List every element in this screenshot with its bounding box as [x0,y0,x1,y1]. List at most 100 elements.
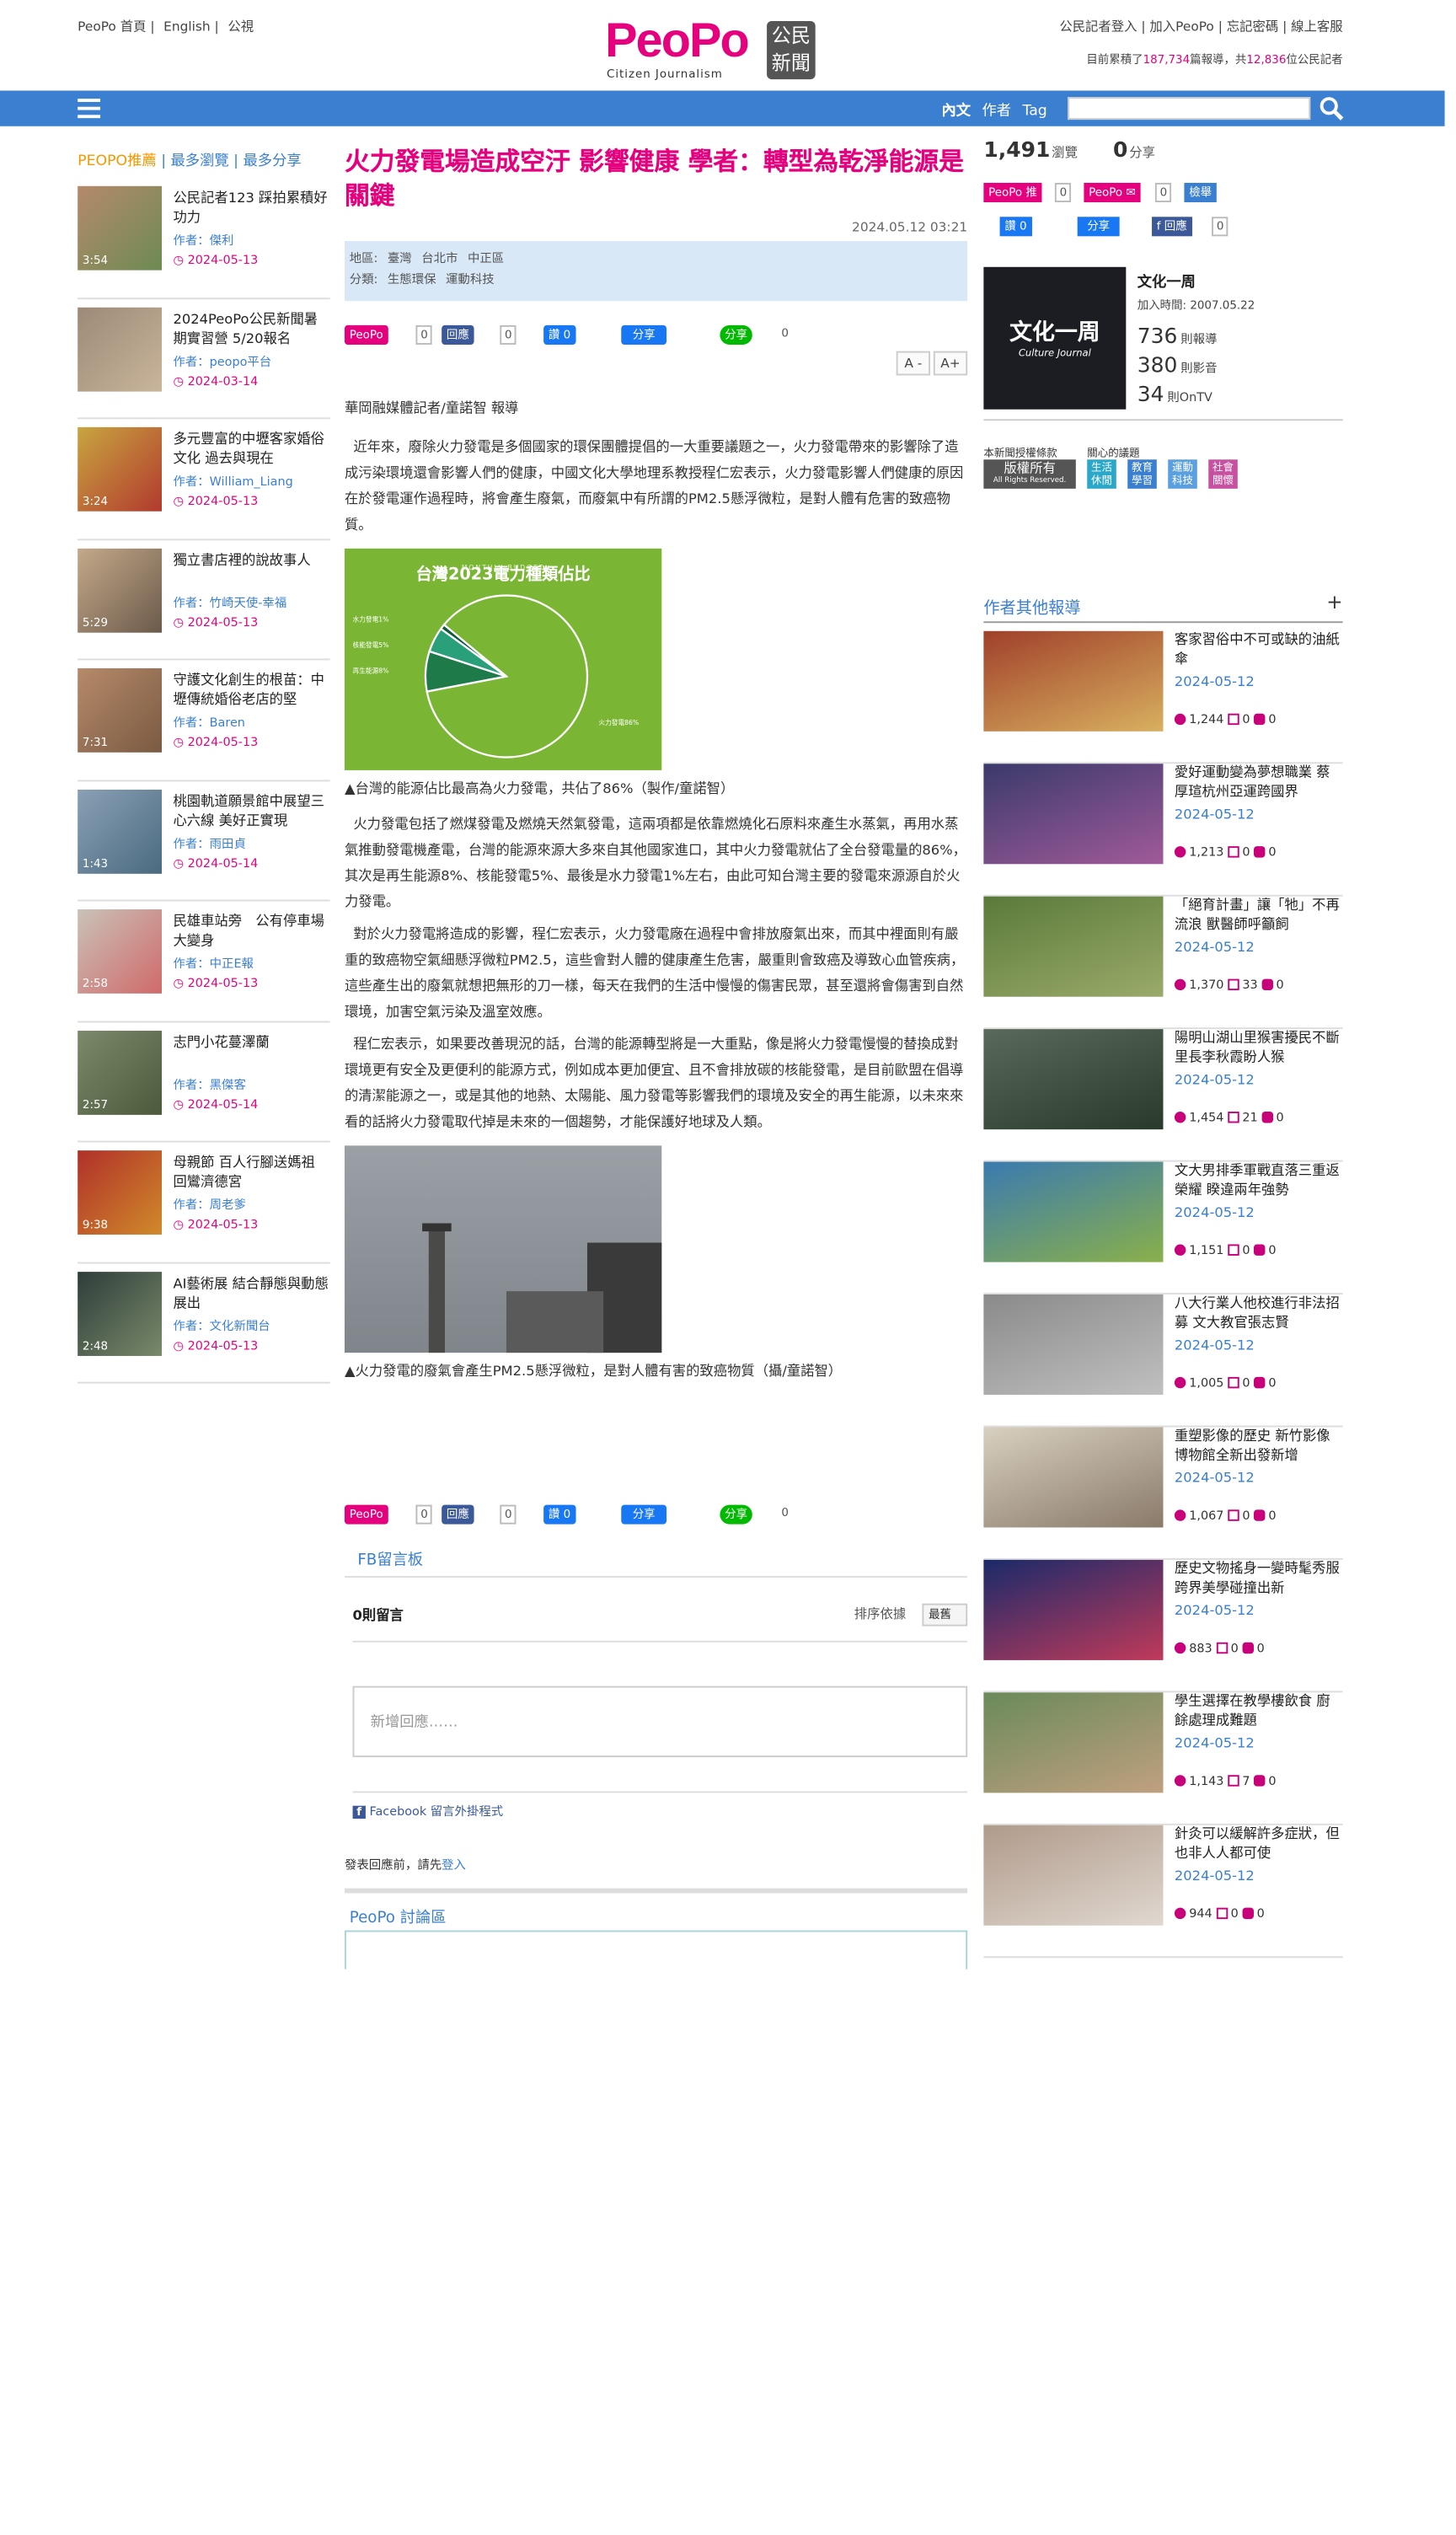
fb-like-button[interactable]: 讚 0 [543,1504,575,1525]
peopo-push-button[interactable]: PeoPo [344,324,388,345]
forgot-link[interactable]: 忘記密碼 [1227,19,1278,34]
item-title[interactable]: 2024PeoPo公民新聞暑期實習營 5/20報名 [173,310,329,349]
search-input[interactable] [1068,97,1311,121]
fb-share-button[interactable]: 分享 [621,1504,667,1525]
push-button[interactable]: PeoPo 推 [983,182,1042,202]
item-title[interactable]: 民雄車站旁 公有停車場大變身 [173,913,329,951]
thumbnail[interactable] [983,1161,1164,1262]
report-button[interactable]: 檢舉 [1184,182,1217,202]
left-list-item[interactable]: 2:48 AI藝術展 結合靜態與動態展出 作者：文化新聞台 ◷ 2024-05-… [78,1263,330,1384]
left-list-item[interactable]: 2024PeoPo公民新聞暑期實習營 5/20報名 作者：peopo平台 ◷ 2… [78,298,330,420]
tab-author[interactable]: 作者 [982,104,1011,120]
other-report-item[interactable]: 歷史文物搖身一變時髦秀服 跨界美學碰撞出新 2024-05-12 883 0 0 [983,1559,1343,1693]
item-title[interactable]: 客家習俗中不可或缺的油紙傘 [1175,631,1343,670]
fb-save-button[interactable]: 回應 [442,324,474,345]
sort-select[interactable]: 最舊 [922,1603,968,1627]
item-title[interactable]: 針灸可以緩解許多症狀，但也非人人都可使 [1175,1825,1343,1864]
fb-save-button[interactable]: 回應 [442,1504,474,1525]
tab-most-shared[interactable]: 最多分享 [244,153,302,169]
other-report-item[interactable]: 客家習俗中不可或缺的油紙傘 2024-05-12 1,244 0 0 [983,630,1343,764]
tab-recommend[interactable]: PEOPO推薦 [78,153,157,169]
item-title[interactable]: 獨立書店裡的說故事人 [173,551,329,571]
item-title[interactable]: 多元豐富的中壢客家婚俗文化 過去與現在 [173,431,329,469]
tab-content[interactable]: 內文 [941,104,971,120]
fb-like-button[interactable]: 讚 0 [543,324,575,345]
thumbnail[interactable] [983,764,1164,865]
thumbnail[interactable] [983,630,1164,732]
category-tag[interactable]: 生態環保 [388,272,436,287]
peopo-push-button[interactable]: PeoPo [344,1504,388,1525]
thumbnail[interactable] [983,1825,1164,1926]
region-tag[interactable]: 台北市 [421,251,458,265]
item-title[interactable]: 桃園軌道願景館中展望三心六線 美好正實現 [173,792,329,831]
left-list-item[interactable]: 3:54 公民記者123 踩拍累積好功力 作者：傑利 ◷ 2024-05-13 [78,178,330,299]
item-author[interactable]: 作者：雨田貞 [173,834,245,852]
fb-comment-input[interactable]: 新增回應…… [352,1686,968,1758]
left-list-item[interactable]: 7:31 守護文化創生的根苗：中壢傳統婚俗老店的堅 作者：Baren ◷ 202… [78,660,330,781]
discussion-textarea[interactable] [344,1930,968,1970]
thumbnail[interactable] [983,1692,1164,1793]
pts-link[interactable]: 公視 [228,19,254,34]
item-title[interactable]: AI藝術展 結合靜態與動態展出 [173,1274,329,1313]
concern-category-badge[interactable]: 運動科技 [1168,459,1197,489]
thumbnail[interactable] [983,1294,1164,1396]
item-title[interactable]: 文大男排季軍戰直落三重返榮耀 睽違兩年強勢 [1175,1162,1343,1201]
license-badge[interactable]: 版權所有 All Rights Reserved. [983,459,1076,489]
region-tag[interactable]: 臺灣 [388,251,412,265]
concern-category-badge[interactable]: 社會關懷 [1208,459,1238,489]
thumbnail[interactable]: 2:58 [78,909,162,994]
other-report-item[interactable]: 八大行業人他校進行非法招募 文大教官張志賢 2024-05-12 1,005 0… [983,1294,1343,1428]
thumbnail[interactable]: 1:43 [78,789,162,873]
item-author[interactable]: 作者：中正E報 [173,955,254,973]
item-title[interactable]: 愛好運動變為夢想職業 蔡厚瑄杭州亞運跨國界 [1175,764,1343,802]
thumbnail[interactable]: 3:24 [78,426,162,512]
item-title[interactable]: 歷史文物搖身一變時髦秀服 跨界美學碰撞出新 [1175,1560,1343,1599]
left-list-item[interactable]: 9:38 母親節 百人行腳送媽祖 回鸞濟德宮 作者：周老爹 ◷ 2024-05-… [78,1143,330,1263]
region-tag[interactable]: 中正區 [468,251,504,265]
author-name[interactable]: 文化一周 [1138,271,1196,291]
font-larger-button[interactable]: A+ [933,351,968,376]
thumbnail[interactable] [78,306,162,391]
thumbnail[interactable] [983,1559,1164,1660]
item-title[interactable]: 學生選擇在教學樓飲食 廚餘處理成難題 [1175,1692,1343,1731]
item-title[interactable]: 公民記者123 踩拍累積好功力 [173,190,329,228]
left-list-item[interactable]: 5:29 獨立書店裡的說故事人 作者：竹崎天使-幸福 ◷ 2024-05-13 [78,539,330,661]
tab-most-viewed[interactable]: 最多瀏覽 [171,153,229,169]
fb-save-button[interactable]: f 回應 [1152,217,1192,237]
item-author[interactable]: 作者：周老爹 [173,1196,245,1214]
thumbnail[interactable] [983,1427,1164,1528]
item-title[interactable]: 「絕育計畫」讓「牠」不再流浪 獸醫師呼籲飼 [1175,897,1343,935]
join-link[interactable]: 加入PeoPo [1149,19,1213,34]
left-list-item[interactable]: 3:24 多元豐富的中壢客家婚俗文化 過去與現在 作者：William_Lian… [78,419,330,540]
fb-plugin-link[interactable]: f Facebook 留言外掛程式 [352,1803,503,1820]
item-title[interactable]: 八大行業人他校進行非法招募 文大教官張志賢 [1175,1294,1343,1333]
left-list-item[interactable]: 2:57 志門小花蔓澤蘭 作者：黑傑客 ◷ 2024-05-14 [78,1021,330,1143]
tab-tag[interactable]: Tag [1023,104,1047,120]
fb-share-button[interactable]: 分享 [621,324,667,345]
other-report-item[interactable]: 愛好運動變為夢想職業 蔡厚瑄杭州亞運跨國界 2024-05-12 1,213 0… [983,764,1343,897]
thumbnail[interactable] [983,896,1164,997]
left-list-item[interactable]: 1:43 桃園軌道願景館中展望三心六線 美好正實現 作者：雨田貞 ◷ 2024-… [78,780,330,902]
item-title[interactable]: 守護文化創生的根苗：中壢傳統婚俗老店的堅 [173,672,329,710]
thumbnail[interactable]: 3:54 [78,185,162,271]
left-list-item[interactable]: 2:58 民雄車站旁 公有停車場大變身 作者：中正E報 ◷ 2024-05-13 [78,901,330,1022]
other-report-item[interactable]: 針灸可以緩解許多症狀，但也非人人都可使 2024-05-12 944 0 0 [983,1825,1343,1959]
fb-like-button[interactable]: 讚 0 [999,217,1032,237]
thumbnail[interactable] [983,1029,1164,1130]
thumbnail[interactable]: 2:57 [78,1030,162,1114]
item-title[interactable]: 陽明山湖山里猴害擾民不斷 里長李秋霞盼人猴 [1175,1029,1343,1068]
item-author[interactable]: 作者：Baren [173,714,245,732]
search-icon[interactable] [1319,95,1345,121]
item-title[interactable]: 母親節 百人行腳送媽祖 回鸞濟德宮 [173,1154,329,1192]
item-author[interactable]: 作者：William_Liang [173,473,292,490]
line-share-button[interactable]: 分享 [720,1504,752,1525]
menu-icon[interactable] [78,99,101,119]
mail-button[interactable]: PeoPo ✉ [1084,182,1141,202]
peopo-logo[interactable]: PeoPo Citizen Journalism 公民 新聞 [605,14,818,81]
other-report-item[interactable]: 陽明山湖山里猴害擾民不斷 里長李秋霞盼人猴 2024-05-12 1,454 2… [983,1029,1343,1162]
other-report-item[interactable]: 學生選擇在教學樓飲食 廚餘處理成難題 2024-05-12 1,143 7 0 [983,1692,1343,1825]
line-share-button[interactable]: 分享 [720,324,752,345]
concern-category-badge[interactable]: 教育學習 [1127,459,1157,489]
home-link[interactable]: PeoPo 首頁 [78,19,146,34]
other-report-item[interactable]: 重塑影像的歷史 新竹影像博物館全新出發新增 2024-05-12 1,067 0… [983,1427,1343,1560]
